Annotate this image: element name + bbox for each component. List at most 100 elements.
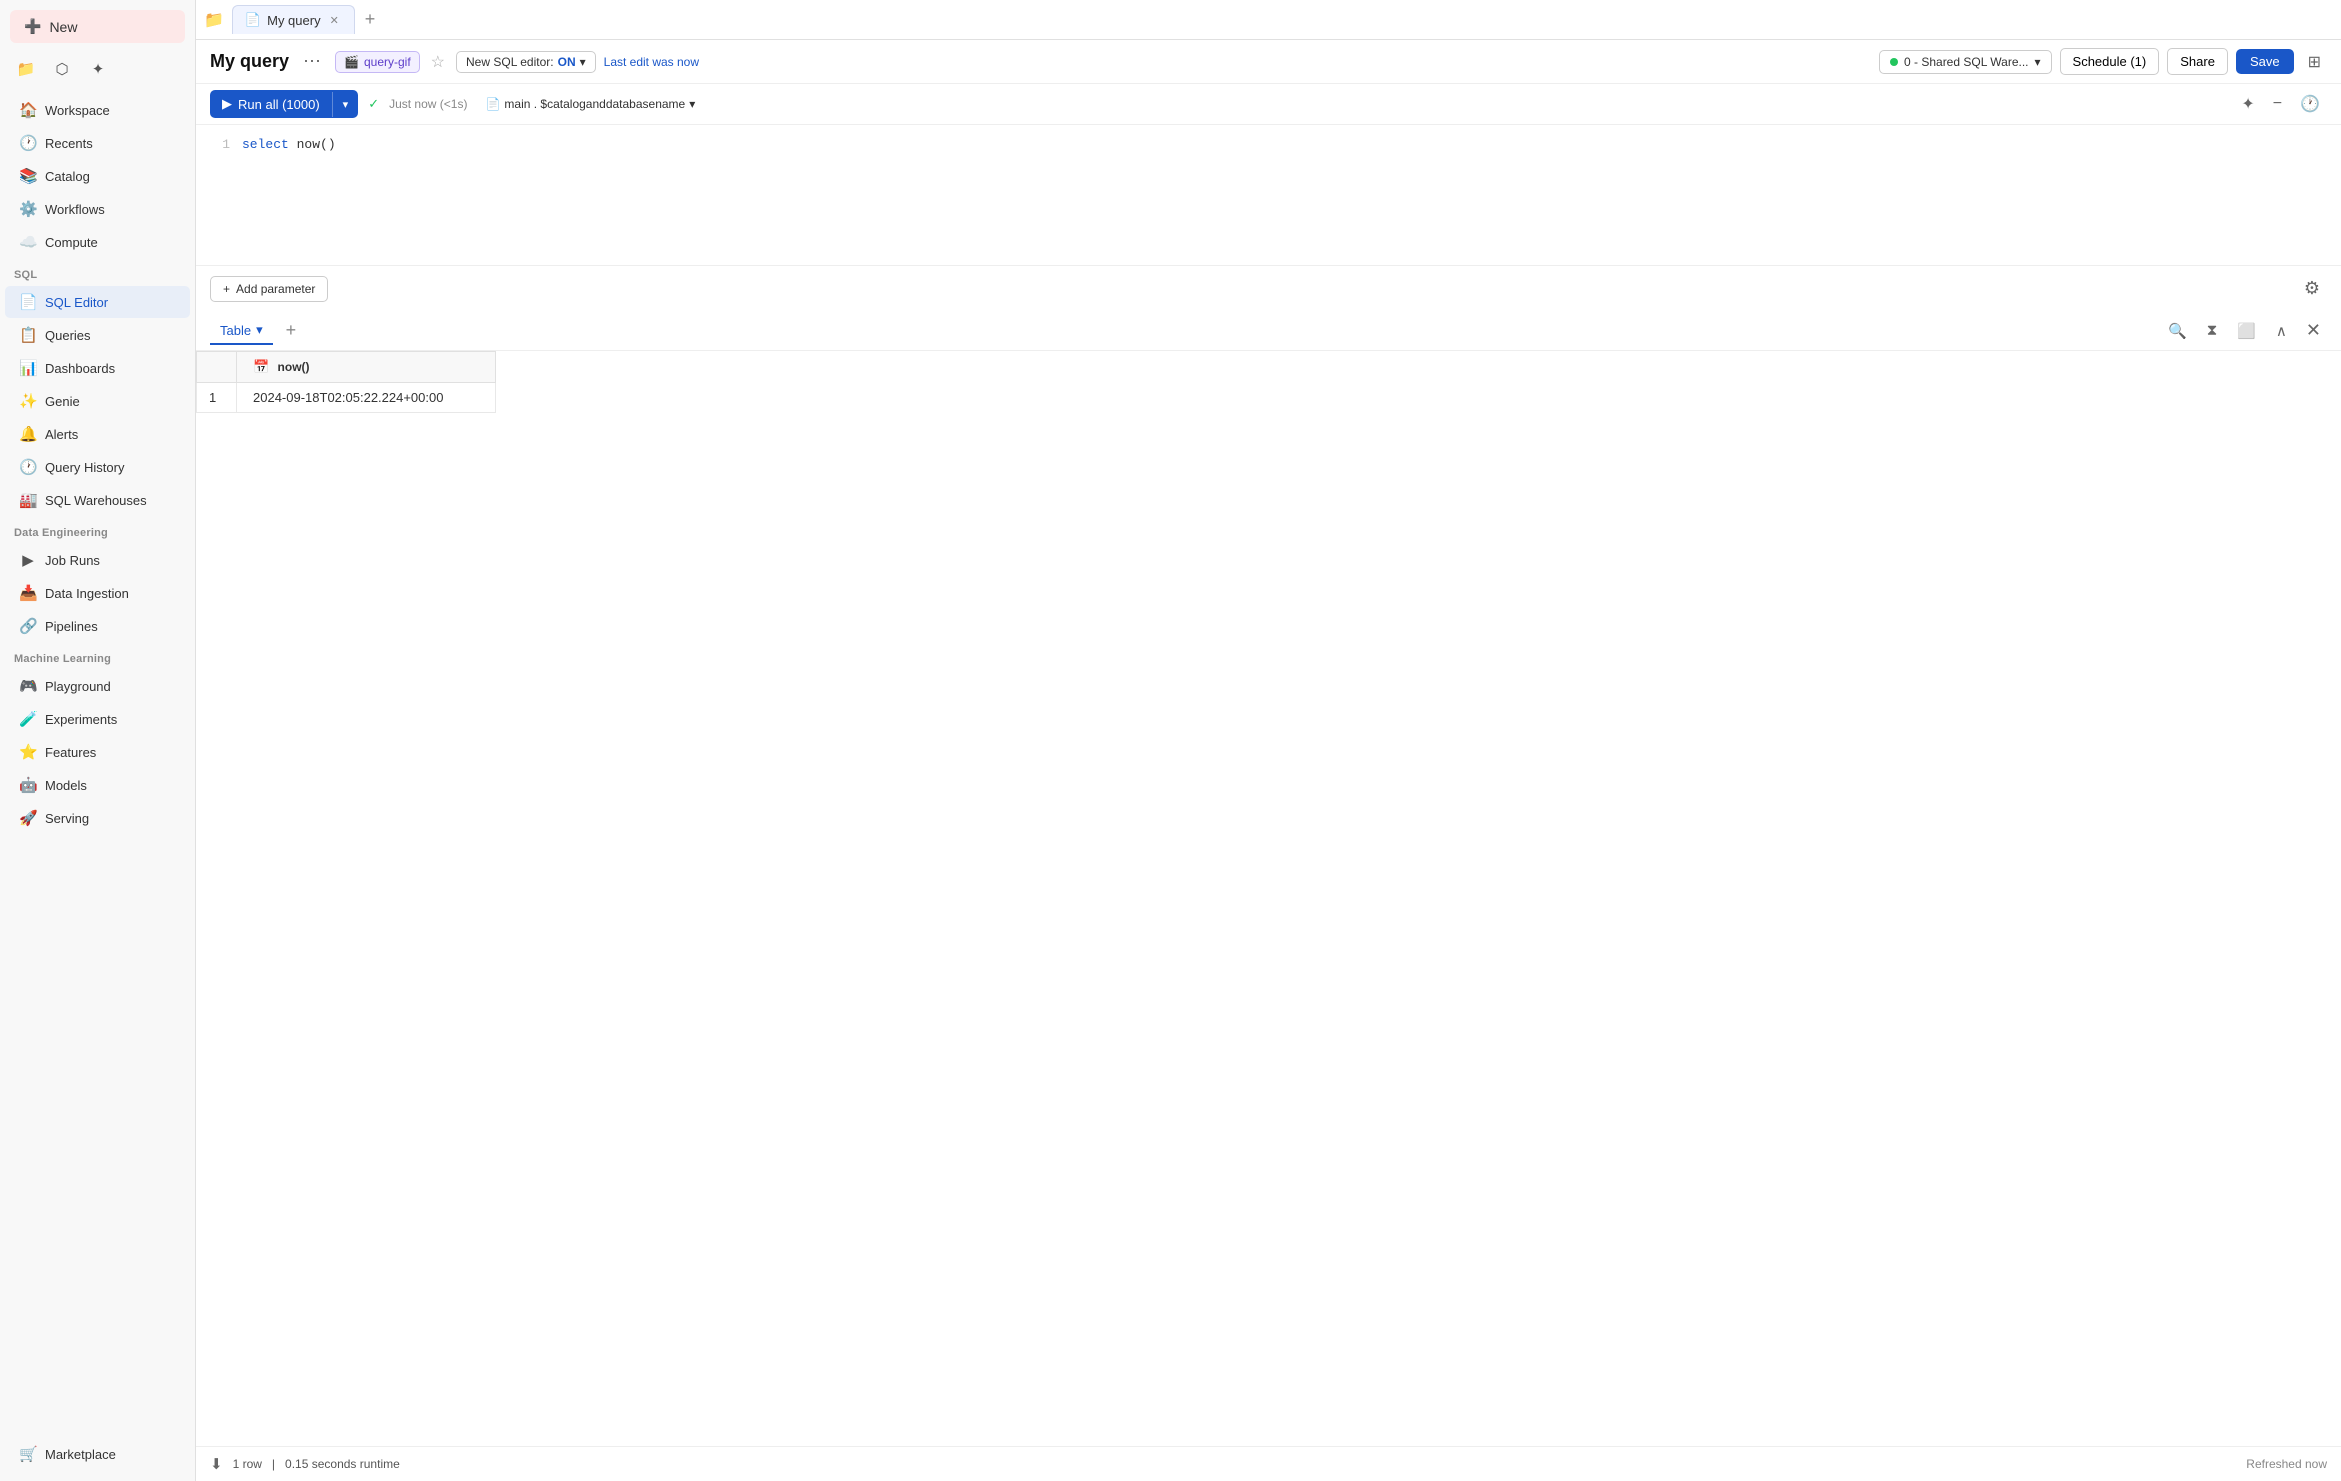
right-toolbar: ✦ − 🕐: [2234, 90, 2327, 118]
plus-icon: ➕: [24, 18, 41, 35]
sidebar-item-catalog[interactable]: 📚 Catalog: [5, 160, 190, 192]
sidebar-item-query-history[interactable]: 🕐 Query History: [5, 451, 190, 483]
sidebar-item-pipelines-label: Pipelines: [45, 619, 98, 634]
new-sql-chevron: ▾: [580, 55, 586, 69]
new-sql-editor-badge[interactable]: New SQL editor: ON ▾: [456, 51, 596, 73]
folder-icon-btn[interactable]: 📁: [10, 53, 42, 85]
sidebar-item-models[interactable]: 🤖 Models: [5, 769, 190, 801]
star-button[interactable]: ☆: [428, 49, 448, 75]
results-search-button[interactable]: 🔍: [2161, 318, 2194, 344]
playground-icon: 🎮: [19, 677, 37, 695]
table-row: 1 2024-09-18T02:05:22.224+00:00: [197, 383, 496, 413]
sql-editor-icon: 📄: [19, 293, 37, 311]
sidebar-item-features-label: Features: [45, 745, 96, 760]
sidebar-item-queries-label: Queries: [45, 328, 91, 343]
add-tab-button[interactable]: +: [357, 7, 384, 32]
query-more-button[interactable]: ⋯: [297, 49, 327, 74]
sidebar-main-items: 🏠 Workspace 🕐 Recents 📚 Catalog ⚙️ Workf…: [0, 93, 195, 259]
line-number-1: 1: [210, 137, 230, 152]
sidebar-item-playground-label: Playground: [45, 679, 111, 694]
sidebar-item-experiments[interactable]: 🧪 Experiments: [5, 703, 190, 735]
sidebar-item-features[interactable]: ⭐ Features: [5, 736, 190, 768]
row-number-1: 1: [197, 383, 237, 413]
results-toolbar: Table ▾ + 🔍 ⧗ ⬜ ∧ ✕: [196, 311, 2341, 351]
data-table: 📅 now() 1 2024-09-18T02:05:22.224+00:00: [196, 351, 496, 413]
sidebar-item-data-ingestion[interactable]: 📥 Data Ingestion: [5, 577, 190, 609]
folder-icon[interactable]: 📁: [204, 10, 224, 30]
col-now-header: 📅 now(): [237, 352, 496, 383]
new-sql-label: New SQL editor:: [466, 55, 554, 69]
code-editor[interactable]: 1 select now(): [196, 125, 2341, 265]
sql-warehouses-icon: 🏭: [19, 491, 37, 509]
add-param-plus-icon: +: [223, 282, 230, 296]
minus-button[interactable]: −: [2266, 90, 2289, 118]
results-layout-button[interactable]: ⬜: [2230, 318, 2263, 344]
results-expand-button[interactable]: ∧: [2269, 318, 2294, 344]
query-gif-badge[interactable]: 🎬 query-gif: [335, 51, 420, 73]
sidebar-item-job-runs[interactable]: ▶ Job Runs: [5, 544, 190, 576]
warehouse-button[interactable]: 0 - Shared SQL Ware... ▾: [1879, 50, 2052, 74]
add-parameter-button[interactable]: + Add parameter: [210, 276, 328, 302]
sidebar-item-sql-editor[interactable]: 📄 SQL Editor: [5, 286, 190, 318]
results-tab-chevron: ▾: [256, 322, 263, 338]
download-button[interactable]: ⬇: [210, 1455, 223, 1473]
warehouse-chevron: ▾: [2035, 55, 2041, 69]
data-engineering-section-label: Data Engineering: [0, 517, 195, 543]
schedule-button[interactable]: Schedule (1): [2060, 48, 2160, 75]
run-main[interactable]: ▶ Run all (1000): [210, 90, 332, 118]
sidebar-item-serving[interactable]: 🚀 Serving: [5, 802, 190, 834]
sidebar-item-workspace[interactable]: 🏠 Workspace: [5, 94, 190, 126]
clock-icon: 🕐: [19, 134, 37, 152]
table-header-row: 📅 now(): [197, 352, 496, 383]
sidebar-item-queries[interactable]: 📋 Queries: [5, 319, 190, 351]
sql-section-label: SQL: [0, 259, 195, 285]
network-icon-btn[interactable]: ⬡: [46, 53, 78, 85]
run-button[interactable]: ▶ Run all (1000) ▾: [210, 90, 358, 118]
results-footer: ⬇ 1 row | 0.15 seconds runtime Refreshed…: [196, 1446, 2341, 1481]
sidebar-item-playground[interactable]: 🎮 Playground: [5, 670, 190, 702]
star-icon-btn[interactable]: ✦: [82, 53, 114, 85]
sidebar-item-query-history-label: Query History: [45, 460, 124, 475]
sidebar-item-dashboards[interactable]: 📊 Dashboards: [5, 352, 190, 384]
pipelines-icon: 🔗: [19, 617, 37, 635]
sidebar-item-workflows[interactable]: ⚙️ Workflows: [5, 193, 190, 225]
sidebar-item-marketplace[interactable]: 🛒 Marketplace: [5, 1438, 190, 1470]
history-button[interactable]: 🕐: [2293, 90, 2327, 118]
new-button[interactable]: ➕ New: [10, 10, 185, 43]
catalog-path-text: main . $cataloganddatabasename: [504, 97, 685, 111]
footer-separator: |: [272, 1457, 275, 1471]
run-dropdown[interactable]: ▾: [332, 92, 359, 117]
last-edit-label[interactable]: Last edit was now: [604, 55, 699, 69]
sidebar-item-workspace-label: Workspace: [45, 103, 110, 118]
sidebar-item-job-runs-label: Job Runs: [45, 553, 100, 568]
sidebar-ml-items: 🎮 Playground 🧪 Experiments ⭐ Features 🤖 …: [0, 669, 195, 835]
settings-icon-btn[interactable]: ⚙: [2297, 274, 2327, 303]
sidebar-item-compute[interactable]: ☁️ Compute: [5, 226, 190, 258]
wand-button[interactable]: ✦: [2234, 90, 2261, 118]
sidebar-item-genie-label: Genie: [45, 394, 80, 409]
results-tab-table[interactable]: Table ▾: [210, 317, 273, 345]
data-table-wrapper: 📅 now() 1 2024-09-18T02:05:22.224+00:00: [196, 351, 2341, 1446]
sidebar-sql-items: 📄 SQL Editor 📋 Queries 📊 Dashboards ✨ Ge…: [0, 285, 195, 517]
sidebar-data-engineering-items: ▶ Job Runs 📥 Data Ingestion 🔗 Pipelines: [0, 543, 195, 643]
results-filter-button[interactable]: ⧗: [2200, 318, 2225, 343]
queries-icon: 📋: [19, 326, 37, 344]
sidebar-item-recents[interactable]: 🕐 Recents: [5, 127, 190, 159]
query-tab[interactable]: 📄 My query ✕: [232, 5, 355, 34]
results-close-button[interactable]: ✕: [2300, 318, 2327, 343]
row-value-1: 2024-09-18T02:05:22.224+00:00: [237, 383, 496, 413]
save-button[interactable]: Save: [2236, 49, 2294, 74]
sidebar-item-pipelines[interactable]: 🔗 Pipelines: [5, 610, 190, 642]
sidebar-item-genie[interactable]: ✨ Genie: [5, 385, 190, 417]
add-parameter-row: + Add parameter ⚙: [196, 266, 2341, 311]
sidebar-item-alerts[interactable]: 🔔 Alerts: [5, 418, 190, 450]
sidebar-item-alerts-label: Alerts: [45, 427, 78, 442]
sidebar-item-recents-label: Recents: [45, 136, 93, 151]
results-add-tab-button[interactable]: +: [279, 318, 304, 343]
catalog-path[interactable]: 📄 main . $cataloganddatabasename ▾: [477, 93, 703, 115]
collapse-button[interactable]: ⊞: [2302, 49, 2327, 75]
sidebar-item-sql-warehouses[interactable]: 🏭 SQL Warehouses: [5, 484, 190, 516]
share-button[interactable]: Share: [2167, 48, 2228, 75]
sidebar-item-serving-label: Serving: [45, 811, 89, 826]
tab-close-button[interactable]: ✕: [327, 13, 342, 28]
